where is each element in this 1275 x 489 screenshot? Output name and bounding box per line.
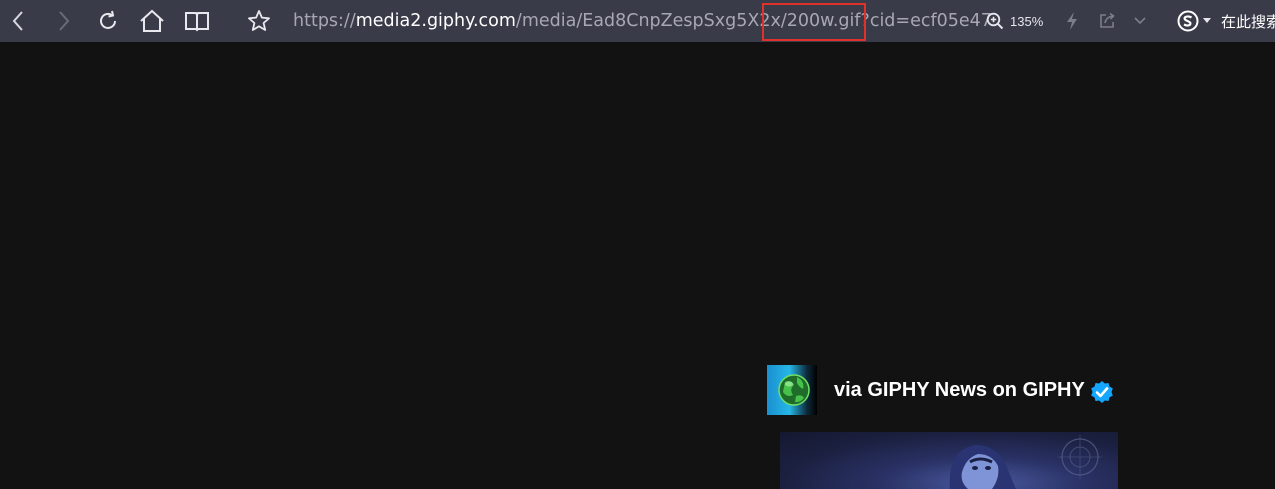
chevron-down-icon — [1134, 17, 1146, 25]
gif-preview[interactable] — [780, 432, 1118, 489]
giphy-news-avatar[interactable] — [767, 365, 817, 415]
page-content: via GIPHY News on GIPHY — [0, 42, 1275, 489]
attribution-text[interactable]: via GIPHY News on GIPHY — [834, 379, 1085, 402]
search-box[interactable]: 在此搜索 — [1177, 9, 1275, 33]
star-icon — [248, 10, 270, 31]
reader-mode-button[interactable] — [182, 6, 212, 36]
sogou-icon — [1177, 10, 1199, 32]
back-button[interactable] — [4, 6, 34, 36]
caret-down-icon — [1203, 18, 1211, 23]
address-bar[interactable]: https://media2.giphy.com/media/Ead8CnpZe… — [293, 9, 992, 33]
url-scheme: https:// — [293, 11, 356, 31]
gif-attribution[interactable]: via GIPHY News on GIPHY — [767, 364, 1114, 416]
home-icon — [140, 9, 164, 32]
home-button[interactable] — [137, 6, 167, 36]
search-placeholder: 在此搜索 — [1221, 12, 1275, 31]
speed-mode-button[interactable] — [1057, 6, 1087, 36]
chevron-left-icon — [12, 11, 23, 31]
reload-button[interactable] — [93, 6, 123, 36]
zoom-in-icon — [986, 12, 1004, 30]
book-icon — [185, 12, 209, 32]
globe-icon — [778, 374, 810, 406]
browser-toolbar: https://media2.giphy.com/media/Ead8CnpZe… — [0, 0, 1275, 42]
dropdown-button[interactable] — [1125, 6, 1155, 36]
bookmark-button[interactable] — [244, 6, 274, 36]
zoom-indicator[interactable]: 135% — [986, 9, 1043, 33]
share-button[interactable] — [1092, 6, 1122, 36]
url-path: /media/Ead8CnpZespSxg5X2x/200w.gif?cid=e… — [515, 11, 992, 31]
share-icon — [1100, 12, 1115, 28]
forward-button[interactable] — [48, 6, 78, 36]
chevron-right-icon — [59, 11, 70, 31]
url-host: media2.giphy.com — [355, 11, 516, 31]
url-highlight-annotation — [762, 3, 866, 41]
verified-badge-icon — [1091, 381, 1113, 403]
zoom-level: 135% — [1010, 13, 1044, 29]
lightning-icon — [1067, 12, 1077, 30]
gif-frame-image — [949, 435, 1102, 489]
reload-icon — [100, 10, 116, 29]
